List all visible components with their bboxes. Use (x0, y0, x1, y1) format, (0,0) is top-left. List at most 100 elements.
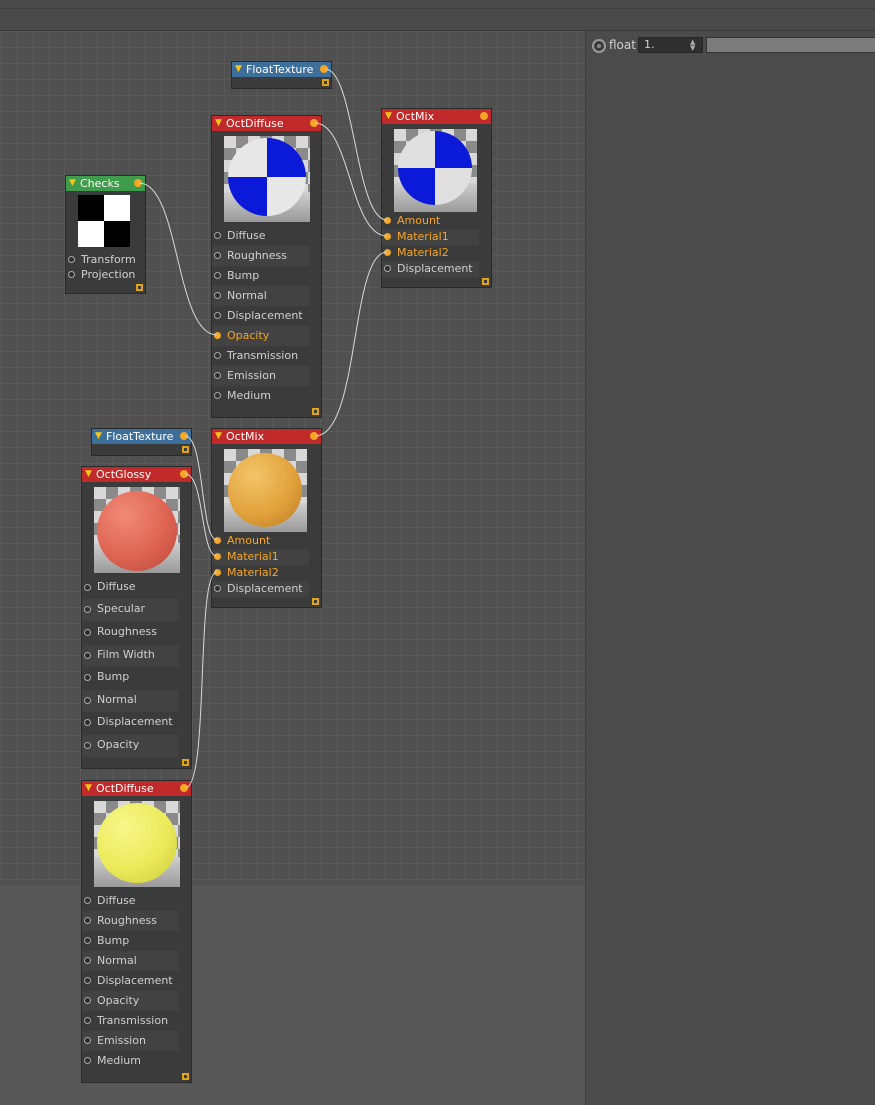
input-port[interactable] (84, 937, 91, 944)
port-row[interactable]: Transform (66, 252, 136, 267)
input-port[interactable] (214, 252, 221, 259)
node-floattexture-bottom[interactable]: ▼ FloatTexture (91, 428, 192, 456)
input-port[interactable] (384, 265, 391, 272)
output-port[interactable] (480, 112, 488, 120)
node-header[interactable]: ▼ FloatTexture (92, 429, 191, 444)
resize-handle-icon[interactable] (312, 598, 319, 605)
input-port-connected[interactable] (384, 233, 391, 240)
input-port-connected[interactable] (384, 249, 391, 256)
node-floattexture-top[interactable]: ▼ FloatTexture (231, 61, 332, 89)
port-row[interactable]: Specular (82, 599, 179, 621)
output-port[interactable] (180, 470, 188, 478)
resize-handle-icon[interactable] (182, 446, 189, 453)
input-port-connected[interactable] (214, 332, 221, 339)
node-header[interactable]: ▼ OctMix (212, 429, 321, 444)
input-port[interactable] (84, 719, 91, 726)
node-header[interactable]: ▼ OctGlossy (82, 467, 191, 482)
port-row[interactable]: Roughness (82, 911, 179, 931)
port-row[interactable]: Emission (82, 1031, 179, 1051)
input-port[interactable] (84, 997, 91, 1004)
resize-handle-icon[interactable] (136, 284, 143, 291)
input-port[interactable] (84, 897, 91, 904)
input-port-connected[interactable] (214, 569, 221, 576)
port-row[interactable]: Displacement (212, 581, 309, 597)
output-port[interactable] (134, 179, 142, 187)
port-row[interactable]: Amount (382, 213, 479, 229)
input-port[interactable] (84, 584, 91, 591)
node-octdiffuse-top[interactable]: ▼ OctDiffuse Diffuse Roughness Bump Norma… (211, 115, 322, 418)
input-port[interactable] (214, 392, 221, 399)
input-port[interactable] (84, 1017, 91, 1024)
input-port[interactable] (84, 957, 91, 964)
resize-handle-icon[interactable] (182, 1073, 189, 1080)
output-port[interactable] (320, 65, 328, 73)
port-row[interactable]: Film Width (82, 645, 179, 667)
node-header[interactable]: ▼ Checks (66, 176, 145, 191)
input-port[interactable] (214, 292, 221, 299)
param-slider[interactable] (706, 37, 875, 53)
collapse-triangle-icon[interactable]: ▼ (95, 429, 102, 444)
collapse-triangle-icon[interactable]: ▼ (69, 176, 76, 191)
input-port-connected[interactable] (214, 553, 221, 560)
spinner-arrows-icon[interactable]: ▲ ▼ (690, 39, 695, 52)
node-checks[interactable]: ▼ Checks Transform Projection (65, 175, 146, 294)
input-port[interactable] (214, 272, 221, 279)
input-port[interactable] (84, 674, 91, 681)
collapse-triangle-icon[interactable]: ▼ (235, 62, 242, 77)
port-row[interactable]: Medium (212, 386, 309, 406)
node-octdiffuse-bottom[interactable]: ▼ OctDiffuse Diffuse Roughness Bump Norma… (81, 780, 192, 1083)
port-row[interactable]: Projection (66, 267, 135, 282)
port-row[interactable]: Displacement (82, 712, 179, 734)
port-row[interactable]: Bump (82, 931, 179, 951)
node-header[interactable]: ▼ OctDiffuse (212, 116, 321, 131)
port-row[interactable]: Normal (212, 286, 309, 306)
resize-handle-icon[interactable] (182, 759, 189, 766)
input-port[interactable] (214, 585, 221, 592)
port-row[interactable]: Diffuse (82, 891, 179, 911)
port-row[interactable]: Medium (82, 1051, 179, 1071)
port-row[interactable]: Transmission (212, 346, 309, 366)
port-row[interactable]: Diffuse (82, 577, 179, 599)
port-row[interactable]: Displacement (212, 306, 309, 326)
port-row[interactable]: Roughness (82, 622, 179, 644)
input-port[interactable] (214, 312, 221, 319)
port-row[interactable]: Transmission (82, 1011, 179, 1031)
port-row[interactable]: Displacement (82, 971, 179, 991)
output-port[interactable] (180, 432, 188, 440)
input-port[interactable] (84, 652, 91, 659)
port-row[interactable]: Normal (82, 690, 179, 712)
node-header[interactable]: ▼ OctMix (382, 109, 491, 124)
port-row[interactable]: Diffuse (212, 226, 309, 246)
collapse-triangle-icon[interactable]: ▼ (215, 116, 222, 131)
input-port[interactable] (214, 372, 221, 379)
input-port-connected[interactable] (384, 217, 391, 224)
input-port[interactable] (68, 271, 75, 278)
port-row[interactable]: Opacity (212, 326, 309, 346)
port-row[interactable]: Opacity (82, 991, 179, 1011)
node-octmix-bottom[interactable]: ▼ OctMix Amount Material1 Material2 Displ… (211, 428, 322, 608)
input-port[interactable] (84, 697, 91, 704)
input-port[interactable] (84, 977, 91, 984)
collapse-triangle-icon[interactable]: ▼ (85, 781, 92, 796)
port-row[interactable]: Bump (82, 667, 179, 689)
node-header[interactable]: ▼ OctDiffuse (82, 781, 191, 796)
input-port[interactable] (84, 606, 91, 613)
port-row[interactable]: Displacement (382, 261, 479, 277)
collapse-triangle-icon[interactable]: ▼ (385, 109, 392, 124)
resize-handle-icon[interactable] (322, 79, 329, 86)
port-row[interactable]: Emission (212, 366, 309, 386)
input-port[interactable] (214, 232, 221, 239)
input-port[interactable] (68, 256, 75, 263)
input-port[interactable] (84, 742, 91, 749)
port-row[interactable]: Material1 (382, 229, 479, 245)
port-row[interactable]: Amount (212, 533, 309, 549)
port-row[interactable]: Normal (82, 951, 179, 971)
input-port[interactable] (84, 917, 91, 924)
node-header[interactable]: ▼ FloatTexture (232, 62, 331, 77)
output-port[interactable] (310, 432, 318, 440)
input-port[interactable] (84, 1057, 91, 1064)
param-radio-button[interactable] (592, 39, 606, 53)
port-row[interactable]: Bump (212, 266, 309, 286)
port-row[interactable]: Material1 (212, 549, 309, 565)
collapse-triangle-icon[interactable]: ▼ (215, 429, 222, 444)
